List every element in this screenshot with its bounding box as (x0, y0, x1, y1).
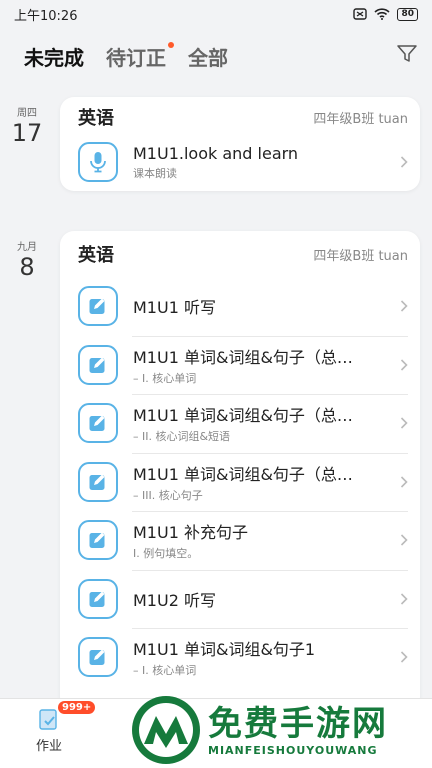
chevron-right-icon (400, 651, 408, 663)
task-title: M1U2 听写 (133, 590, 216, 610)
edit-icon (78, 637, 118, 678)
subject-label: 英语 (78, 245, 114, 266)
card-header: 英语 四年级B班 tuan (60, 231, 420, 277)
date-label: 周四 17 (0, 104, 54, 147)
homework-card: 英语 四年级B班 tuan M1U1 听写 M1U1 单词&词组&句子（总… –… (60, 231, 420, 711)
task-row[interactable]: M1U1 单词&词组&句子（总… – II. 核心词组&短语 (60, 394, 420, 453)
task-row[interactable]: M1U1 单词&词组&句子（总… – III. 核心句子 (60, 452, 420, 512)
edit-icon (78, 461, 118, 502)
edit-icon (78, 578, 118, 619)
task-title: M1U1 单词&词组&句子1 (133, 640, 316, 660)
task-subtitle: – I. 核心单词 (133, 371, 197, 385)
task-title: M1U1 单词&词组&句子（总… (133, 464, 353, 484)
edit-icon (78, 403, 118, 444)
task-row[interactable]: M1U1 听写 (60, 277, 420, 336)
task-row[interactable]: M1U1 补充句子 I. 例句填空。 (60, 511, 420, 570)
tab-incomplete[interactable]: 未完成 (24, 42, 84, 71)
chevron-right-icon (400, 300, 408, 312)
battery-icon: 80 (397, 7, 418, 21)
tab-to-correct[interactable]: 待订正 (106, 41, 174, 71)
task-title: M1U1.look and learn (133, 143, 299, 163)
filter-icon[interactable] (396, 44, 418, 64)
chevron-right-icon (400, 417, 408, 429)
watermark: 免费手游网 MIANFEISHOUYOUWANG (130, 692, 432, 768)
notification-icon (353, 8, 368, 20)
chevron-right-icon (400, 593, 408, 605)
wifi-icon (374, 8, 391, 20)
tab-all[interactable]: 全部 (188, 42, 228, 71)
edit-icon (78, 520, 118, 561)
chevron-right-icon (400, 534, 408, 546)
task-subtitle: – I. 核心单词 (133, 664, 197, 678)
microphone-icon (78, 142, 118, 182)
task-title: M1U1 听写 (133, 298, 216, 318)
task-subtitle: – II. 核心词组&短语 (133, 430, 231, 444)
task-row[interactable]: M1U1.look and learn 课本朗读 (60, 137, 420, 187)
task-row[interactable]: M1U1 单词&词组&句子（总… – I. 核心单词 (60, 335, 420, 395)
date-label: 九月 8 (0, 238, 54, 281)
status-time: 上午10:26 (14, 8, 78, 24)
task-title: M1U1 补充句子 (133, 523, 248, 543)
date-month: 九月 (17, 242, 37, 253)
task-subtitle: – III. 核心句子 (133, 488, 203, 502)
watermark-text: 免费手游网 (208, 703, 388, 744)
watermark-subtext: MIANFEISHOUYOUWANG (208, 743, 378, 757)
status-bar: 上午10:26 80 (0, 0, 432, 28)
edit-icon (78, 344, 118, 385)
edit-icon (78, 286, 118, 327)
unread-badge: 999+ (58, 701, 96, 714)
watermark-logo (132, 696, 200, 764)
date-day: 8 (19, 253, 35, 281)
class-label: 四年级B班 tuan (313, 111, 408, 127)
tab-bar: 未完成 待订正 全部 (0, 34, 432, 78)
task-row[interactable]: M1U1 单词&词组&句子1 – I. 核心单词 (60, 628, 420, 687)
card-header: 英语 四年级B班 tuan (60, 97, 420, 137)
nav-homework-label: 作业 (36, 739, 63, 754)
task-title: M1U1 单词&词组&句子（总… (133, 406, 353, 426)
subject-label: 英语 (78, 108, 114, 129)
class-label: 四年级B班 tuan (313, 248, 408, 264)
chevron-right-icon (400, 359, 408, 371)
status-icons: 80 (353, 7, 418, 21)
task-subtitle: I. 例句填空。 (133, 547, 199, 561)
tab-to-correct-label: 待订正 (106, 45, 166, 70)
task-title: M1U1 单词&词组&句子（总… (133, 347, 353, 367)
date-weekday: 周四 (17, 108, 37, 119)
homework-card: 英语 四年级B班 tuan M1U1.look and learn 课本朗读 (60, 97, 420, 191)
nav-homework[interactable]: 999+ 作业 (36, 701, 96, 754)
task-subtitle: 课本朗读 (133, 166, 177, 180)
date-day: 17 (11, 119, 43, 147)
chevron-right-icon (400, 156, 408, 168)
task-row[interactable]: M1U2 听写 (60, 569, 420, 629)
unread-dot (168, 41, 174, 48)
chevron-right-icon (400, 476, 408, 488)
homework-icon (39, 709, 57, 730)
